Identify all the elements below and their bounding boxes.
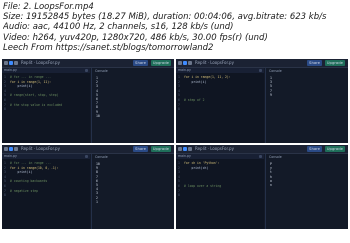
ide-top-bar: Replit · LoopsFor.py Share Upgrade bbox=[2, 145, 174, 154]
editor-pane[interactable]: main.py 1 for i in range(1, 11, 2): 2 print… bbox=[176, 68, 264, 143]
line-number: 8 bbox=[178, 193, 180, 198]
code-text: print(i) bbox=[10, 84, 33, 89]
run-icon[interactable] bbox=[9, 147, 13, 151]
repl-title: Replit · LoopsFor.py bbox=[195, 146, 234, 151]
files-icon[interactable] bbox=[188, 61, 192, 65]
code-text: for i in range(1, 11, 2): bbox=[184, 75, 231, 79]
editor-pane[interactable]: main.py 1 for ch in 'Python': 2 print(ch) 3 4… bbox=[176, 154, 264, 229]
tab-main-py[interactable]: main.py bbox=[178, 68, 191, 73]
tab-main-py[interactable]: main.py bbox=[178, 154, 191, 159]
console-tab[interactable]: Console bbox=[269, 69, 345, 74]
upgrade-button[interactable]: Upgrade bbox=[150, 146, 171, 152]
code-text: print(i) bbox=[184, 79, 207, 84]
run-icon[interactable] bbox=[9, 61, 13, 65]
editor-tab-bar: main.py bbox=[2, 68, 90, 73]
more-icon[interactable] bbox=[85, 155, 88, 158]
console-pane[interactable]: Console 1 3 5 7 9 bbox=[265, 68, 348, 143]
more-icon[interactable] bbox=[85, 69, 88, 72]
video-thumbnail-4: Replit · LoopsFor.py Share Upgrade main.py 1… bbox=[176, 145, 348, 229]
code-text: print(ch) bbox=[184, 165, 209, 170]
console-output: 10 9 8 7 6 5 4 3 2 1 bbox=[96, 162, 171, 204]
editor-tab-bar: main.py bbox=[176, 154, 264, 159]
video-thumbnail-3: Replit · LoopsFor.py Share Upgrade main.py 1… bbox=[2, 145, 174, 229]
code-line: 8 bbox=[4, 193, 88, 198]
code-editor[interactable]: 1 for ch in 'Python': 2 print(ch) 3 4 5 6 # loo… bbox=[178, 161, 262, 198]
console-output: Python bbox=[270, 162, 345, 204]
line-number: 8 bbox=[178, 107, 180, 112]
code-text: # counting backwards bbox=[10, 179, 48, 184]
file-info-header: File: 2. LoopsFor.mp4 Size: 19152845 byt… bbox=[3, 2, 347, 53]
code-text: # step of 2 bbox=[184, 97, 205, 102]
console-output: 13579 bbox=[270, 76, 345, 118]
code-text: print(i) bbox=[10, 170, 33, 175]
console-pane[interactable]: Console Py t h o n bbox=[265, 154, 348, 229]
source-line: Leech From https://sanet.st/blogs/tomorr… bbox=[3, 42, 214, 53]
ide-top-bar: Replit · LoopsFor.py Share Upgrade bbox=[2, 59, 174, 68]
code-line: 8 bbox=[178, 193, 262, 198]
console-tab[interactable]: Console bbox=[269, 155, 345, 160]
code-editor[interactable]: 1 # for ... in range ... 2 for i in range(1… bbox=[4, 75, 88, 112]
run-icon[interactable] bbox=[183, 61, 187, 65]
code-text: # loop over a string bbox=[184, 183, 222, 188]
console-tab[interactable]: Console bbox=[95, 155, 171, 160]
code-editor[interactable]: 1 for i in range(1, 11, 2): 2 print(i) 3 4 5 6… bbox=[178, 75, 262, 112]
output-line: 10 bbox=[96, 113, 100, 118]
run-icon[interactable] bbox=[183, 147, 187, 151]
menu-icon[interactable] bbox=[4, 61, 8, 65]
repl-title: Replit · LoopsFor.py bbox=[195, 60, 234, 65]
video-info-line: Video: h264, yuv420p, 1280x720, 486 kb/s… bbox=[3, 32, 268, 43]
console-output: 1 2 3 4 5 6 7 8 9 10 bbox=[96, 76, 171, 118]
code-text: # the stop value is excluded bbox=[10, 102, 63, 107]
video-thumbnail-1: Replit · LoopsFor.py Share Upgrade main.py 1… bbox=[2, 59, 174, 143]
upgrade-button[interactable]: Upgrade bbox=[324, 60, 345, 66]
repl-title: Replit · LoopsFor.py bbox=[21, 146, 60, 151]
code-text: for ch in 'Python': bbox=[184, 161, 220, 165]
file-size-line: Size: 19152845 bytes (18.27 MiB), durati… bbox=[3, 12, 327, 23]
code-editor[interactable]: 1 # for ... in range ... 2 for i in range(1… bbox=[4, 161, 88, 198]
share-button[interactable]: Share bbox=[307, 60, 322, 66]
console-pane[interactable]: Console 10 9 8 7 6 5 4 3 2 1 bbox=[91, 154, 174, 229]
menu-icon[interactable] bbox=[178, 61, 182, 65]
files-icon[interactable] bbox=[14, 61, 18, 65]
ide-top-bar: Replit · LoopsFor.py Share Upgrade bbox=[176, 59, 348, 68]
tab-main-py[interactable]: main.py bbox=[4, 68, 17, 73]
video-thumbnail-2: Replit · LoopsFor.py Share Upgrade main.py 1… bbox=[176, 59, 348, 143]
console-pane[interactable]: Console 1 2 3 4 5 6 7 8 9 10 bbox=[91, 68, 174, 143]
code-text: # range(start, stop, step) bbox=[10, 93, 59, 98]
line-number: 8 bbox=[4, 193, 6, 198]
code-text: # negative step bbox=[10, 188, 38, 193]
files-icon[interactable] bbox=[14, 147, 18, 151]
more-icon[interactable] bbox=[259, 155, 262, 158]
more-icon[interactable] bbox=[259, 69, 262, 72]
share-button[interactable]: Share bbox=[133, 146, 148, 152]
editor-tab-bar: main.py bbox=[176, 68, 264, 73]
audio-info-line: Audio: aac, 44100 Hz, 2 channels, s16, 1… bbox=[3, 22, 234, 33]
menu-icon[interactable] bbox=[178, 147, 182, 151]
editor-tab-bar: main.py bbox=[2, 154, 90, 159]
code-line: 8 bbox=[178, 107, 262, 112]
code-line: 8 bbox=[4, 107, 88, 112]
code-text: # for ... in range ... bbox=[10, 161, 51, 165]
tab-main-py[interactable]: main.py bbox=[4, 154, 17, 159]
editor-pane[interactable]: main.py 1 # for ... in range ... 2 for i in … bbox=[2, 154, 90, 229]
file-name-line: File: 2. LoopsFor.mp4 bbox=[3, 2, 94, 12]
ide-top-bar: Replit · LoopsFor.py Share Upgrade bbox=[176, 145, 348, 154]
code-text: for i in range(1, 11): bbox=[10, 79, 51, 84]
repl-title: Replit · LoopsFor.py bbox=[21, 60, 60, 65]
output-line: 1 bbox=[96, 199, 98, 204]
line-number: 8 bbox=[4, 107, 6, 112]
upgrade-button[interactable]: Upgrade bbox=[150, 60, 171, 66]
console-tab[interactable]: Console bbox=[95, 69, 171, 74]
code-text: # for ... in range ... bbox=[10, 75, 51, 79]
files-icon[interactable] bbox=[188, 147, 192, 151]
code-text: for i in range(10, 0, -1): bbox=[10, 165, 59, 170]
editor-pane[interactable]: main.py 1 # for ... in range ... 2 for i in … bbox=[2, 68, 90, 143]
share-button[interactable]: Share bbox=[307, 146, 322, 152]
menu-icon[interactable] bbox=[4, 147, 8, 151]
share-button[interactable]: Share bbox=[133, 60, 148, 66]
upgrade-button[interactable]: Upgrade bbox=[324, 146, 345, 152]
